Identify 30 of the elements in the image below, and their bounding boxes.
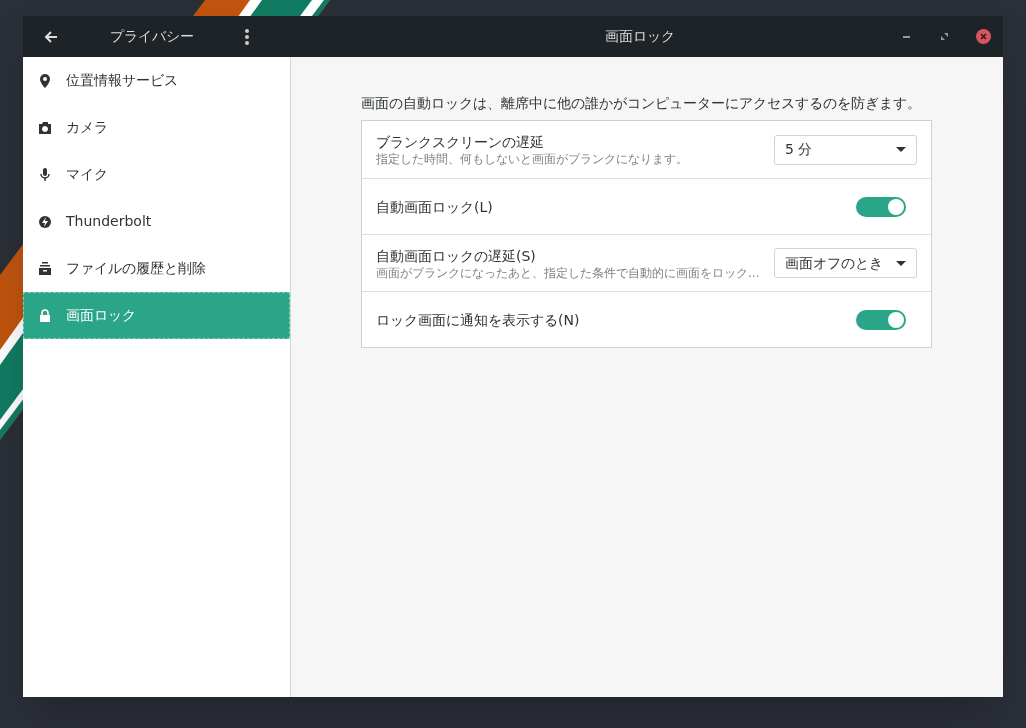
setting-label: 自動画面ロック(L) [376,197,494,217]
description-text: 画面の自動ロックは、離席中に他の誰かがコンピューターにアクセスするのを防ぎます。 [361,94,922,113]
close-button[interactable] [976,29,991,44]
minimize-icon [902,35,910,38]
camera-icon [39,120,51,135]
setting-label: 自動画面ロックの遅延(S) [376,246,537,266]
back-button[interactable] [43,28,59,45]
sidebar-title: プライバシー [108,27,195,46]
location-pin-icon [39,73,51,88]
drawer-icon [39,261,51,276]
close-icon [980,33,987,40]
caret-icon [896,260,906,266]
window-title: 画面ロック [604,27,676,46]
toggle-switch[interactable] [856,309,906,330]
setting-description: 指定した時間、何もしないと画面がブランクになります。 [376,152,689,167]
vertical-dots-icon [244,27,250,46]
lock-icon [39,308,51,323]
maximize-icon [940,33,948,40]
back-arrow-icon [44,29,58,44]
dropdown[interactable]: 画面オフのとき [774,248,917,278]
setting-description: 画面がブランクになったあと、指定した条件で自動的に画面をロック… [376,265,761,281]
lightning-bolt-icon [39,214,51,229]
toggle-switch[interactable] [856,196,906,217]
dropdown[interactable]: 5 分 [774,134,917,165]
caret-icon [896,147,906,152]
setting-label: ブランクスクリーンの遅延 [376,133,545,152]
setting-label: ロック画面に通知を表示する(N) [376,310,581,330]
menu-button[interactable] [244,27,250,46]
maximize-button[interactable] [938,30,950,43]
microphone-icon [39,167,51,182]
